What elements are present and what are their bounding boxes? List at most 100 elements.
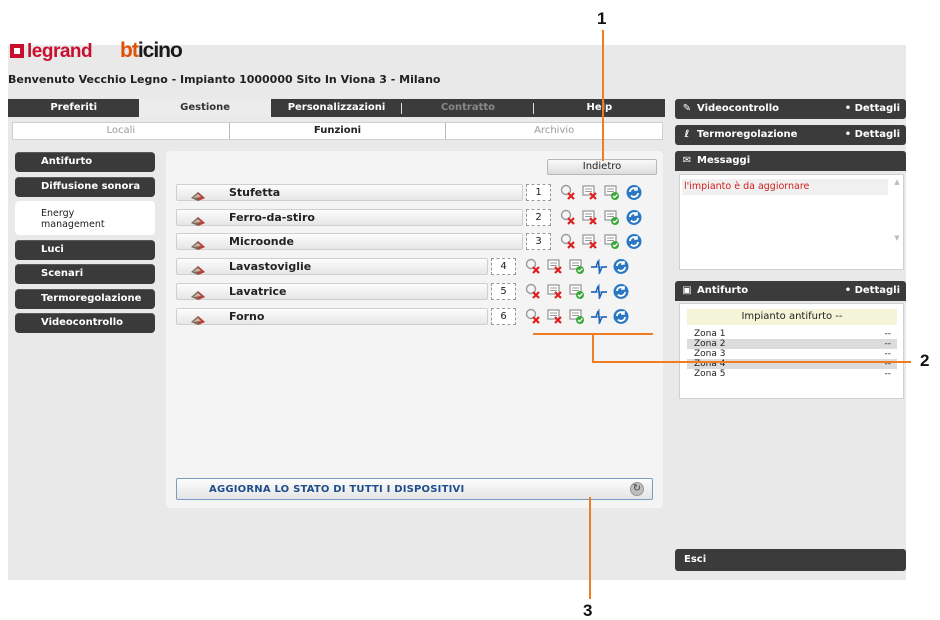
tab-gestione[interactable]: Gestione bbox=[139, 99, 271, 117]
tab-personalizzazioni[interactable]: Personalizzazioni bbox=[271, 99, 403, 117]
zoom-disable-icon[interactable] bbox=[559, 209, 577, 226]
termoregolazione-header[interactable]: ℓ Termoregolazione • Dettagli bbox=[675, 125, 906, 145]
camera-icon: ✎ bbox=[682, 103, 692, 114]
refresh-icon: ↻ bbox=[630, 482, 644, 496]
bticino-logo-prefix: bt bbox=[120, 39, 139, 62]
subtab-archivio[interactable]: Archivio bbox=[446, 123, 662, 139]
zoom-disable-icon[interactable] bbox=[524, 258, 542, 275]
message-item[interactable]: l'impianto è da aggiornare bbox=[682, 179, 888, 195]
device-number: 2 bbox=[526, 209, 551, 226]
device-number: 3 bbox=[526, 233, 551, 250]
tab-label: Gestione bbox=[180, 102, 231, 113]
consumption-graph-icon[interactable] bbox=[590, 283, 608, 300]
zoom-disable-icon[interactable] bbox=[524, 308, 542, 325]
top-navigation: Preferiti Gestione Personalizzazioni Con… bbox=[8, 99, 665, 117]
schedule-enable-icon[interactable] bbox=[603, 233, 621, 250]
schedule-disable-icon[interactable] bbox=[581, 209, 599, 226]
tab-contratto[interactable]: Contratto bbox=[402, 99, 534, 117]
device-name: Lavastoviglie bbox=[229, 260, 312, 273]
device-name: Microonde bbox=[229, 235, 294, 248]
zone-row: Zona 2 -- bbox=[687, 339, 897, 349]
schedule-enable-icon[interactable] bbox=[568, 258, 586, 275]
zone-name: Zona 2 bbox=[694, 339, 726, 349]
callout-line-1 bbox=[602, 30, 604, 161]
update-all-devices-button[interactable]: AGGIORNA LO STATO DI TUTTI I DISPOSITIVI… bbox=[176, 478, 653, 500]
sidebar-item-luci[interactable]: Luci bbox=[15, 239, 155, 260]
back-button[interactable]: Indietro bbox=[547, 159, 657, 175]
zone-state: -- bbox=[884, 369, 892, 379]
device-name-bar[interactable]: Lavastoviglie bbox=[176, 258, 488, 275]
tab-help[interactable]: Help bbox=[534, 99, 665, 117]
zone-state: -- bbox=[884, 339, 892, 349]
refresh-status-icon[interactable] bbox=[625, 184, 643, 201]
lock-icon: ▣ bbox=[682, 285, 692, 296]
antifurto-details-link[interactable]: • Dettagli bbox=[845, 281, 900, 301]
device-number: 4 bbox=[491, 258, 516, 275]
messaggi-label: Messaggi bbox=[697, 155, 751, 166]
schedule-disable-icon[interactable] bbox=[546, 258, 564, 275]
refresh-status-icon[interactable] bbox=[625, 233, 643, 250]
schedule-enable-icon[interactable] bbox=[568, 308, 586, 325]
sidebar-item-diffusione-sonora[interactable]: Diffusione sonora bbox=[15, 176, 155, 197]
sidebar-item-label: Energy management bbox=[41, 208, 105, 230]
consumption-graph-icon[interactable] bbox=[590, 308, 608, 325]
consumption-graph-icon[interactable] bbox=[590, 258, 608, 275]
callout-number-3: 3 bbox=[583, 601, 593, 620]
schedule-disable-icon[interactable] bbox=[546, 283, 564, 300]
sidebar-item-scenari[interactable]: Scenari bbox=[15, 264, 155, 284]
envelope-icon: ✉ bbox=[682, 155, 692, 166]
appliance-icon bbox=[189, 187, 207, 201]
device-name: Lavatrice bbox=[229, 285, 287, 298]
schedule-enable-icon[interactable] bbox=[568, 283, 586, 300]
refresh-status-icon[interactable] bbox=[612, 258, 630, 275]
legrand-logo: legrand bbox=[10, 41, 93, 63]
videocontrollo-details-link[interactable]: • Dettagli bbox=[845, 99, 900, 119]
zoom-disable-icon[interactable] bbox=[524, 283, 542, 300]
tab-preferiti[interactable]: Preferiti bbox=[8, 99, 139, 117]
subtab-locali[interactable]: Locali bbox=[13, 123, 230, 139]
device-name-bar[interactable]: Forno bbox=[176, 308, 488, 325]
sidebar-item-termoregolazione[interactable]: Termoregolazione bbox=[15, 288, 155, 309]
callout-number-2: 2 bbox=[920, 351, 930, 370]
device-name-bar[interactable]: Stufetta bbox=[176, 184, 523, 201]
appliance-icon bbox=[189, 261, 207, 275]
subtab-funzioni[interactable]: Funzioni bbox=[230, 123, 447, 139]
device-name-bar[interactable]: Microonde bbox=[176, 233, 523, 250]
refresh-status-icon[interactable] bbox=[612, 283, 630, 300]
main-panel bbox=[166, 151, 663, 508]
refresh-status-icon[interactable] bbox=[612, 308, 630, 325]
sidebar-item-antifurto[interactable]: Antifurto bbox=[15, 152, 155, 172]
device-number: 6 bbox=[491, 308, 516, 325]
schedule-enable-icon[interactable] bbox=[603, 184, 621, 201]
zoom-disable-icon[interactable] bbox=[559, 233, 577, 250]
device-name: Ferro-da-stiro bbox=[229, 211, 315, 224]
schedule-disable-icon[interactable] bbox=[581, 233, 599, 250]
zone-row: Zona 5 -- bbox=[687, 369, 897, 379]
device-number: 1 bbox=[526, 184, 551, 201]
antifurto-header[interactable]: ▣ Antifurto • Dettagli bbox=[675, 281, 906, 301]
messages-scrollbar[interactable]: ▲ ▼ bbox=[893, 178, 901, 268]
sidebar-item-videocontrollo[interactable]: Videocontrollo bbox=[15, 313, 155, 333]
device-name-bar[interactable]: Lavatrice bbox=[176, 283, 488, 300]
sidebar: Antifurto Diffusione sonora Energy manag… bbox=[15, 152, 155, 338]
videocontrollo-header[interactable]: ✎ Videocontrollo • Dettagli bbox=[675, 99, 906, 119]
schedule-enable-icon[interactable] bbox=[603, 209, 621, 226]
zone-row: Zona 3 -- bbox=[687, 349, 897, 359]
appliance-icon bbox=[189, 236, 207, 250]
messages-box: l'impianto è da aggiornare ▲ ▼ bbox=[679, 174, 904, 270]
callout-number-1: 1 bbox=[597, 9, 607, 28]
exit-button[interactable]: Esci bbox=[675, 549, 906, 571]
device-name-bar[interactable]: Ferro-da-stiro bbox=[176, 209, 523, 226]
zone-name: Zona 3 bbox=[694, 349, 726, 359]
termoregolazione-details-link[interactable]: • Dettagli bbox=[845, 125, 900, 145]
sidebar-item-energy-management[interactable]: Energy management bbox=[15, 201, 155, 235]
tab-label: Help bbox=[586, 102, 613, 113]
schedule-disable-icon[interactable] bbox=[581, 184, 599, 201]
callout-line-2-vertical bbox=[592, 333, 594, 362]
termoregolazione-label: Termoregolazione bbox=[697, 129, 798, 140]
tab-label: Personalizzazioni bbox=[287, 102, 386, 113]
appliance-icon bbox=[189, 311, 207, 325]
zoom-disable-icon[interactable] bbox=[559, 184, 577, 201]
schedule-disable-icon[interactable] bbox=[546, 308, 564, 325]
refresh-status-icon[interactable] bbox=[625, 209, 643, 226]
